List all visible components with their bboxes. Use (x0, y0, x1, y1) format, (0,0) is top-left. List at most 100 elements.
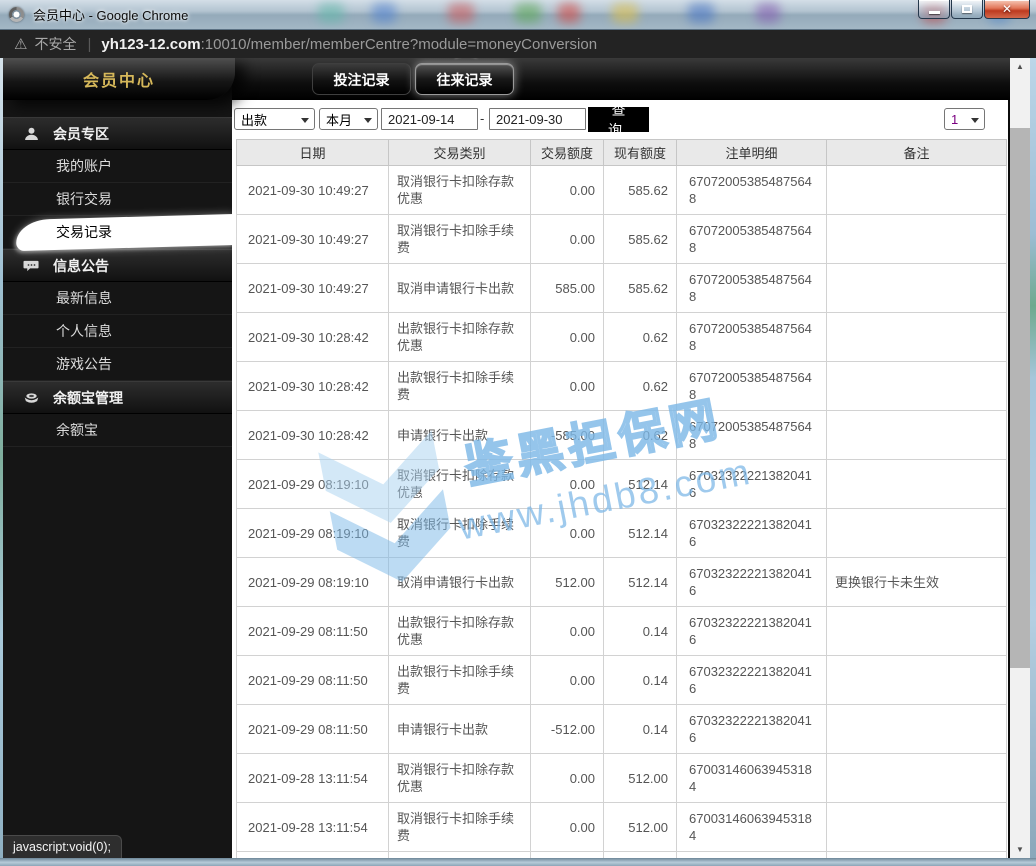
cell-balance: 512.14 (603, 508, 677, 558)
cell-amount: 0.00 (530, 165, 604, 215)
cell-remark (826, 214, 1007, 264)
cell-type: 申请银行卡出款 (388, 410, 531, 460)
user-icon (25, 127, 38, 140)
sidebar-item-transaction-records[interactable]: 交易记录 (3, 216, 232, 249)
sidebar-item-label: 余额宝 (56, 422, 98, 438)
period-select[interactable]: 本月 (319, 108, 378, 130)
table-row: 2021-09-28 13:11:54 取消银行卡扣除手续费 0.00 512.… (236, 802, 1007, 852)
url-separator: | (87, 35, 92, 53)
cell-amount: 0.00 (530, 802, 604, 852)
cell-order-detail: 670323222213820416 (676, 655, 827, 705)
window-titlebar[interactable]: 会员中心 - Google Chrome ✕ (0, 0, 1036, 30)
wallet-icon (24, 392, 39, 403)
column-header-order-detail: 注单明细 (676, 139, 827, 166)
date-range-separator: - (480, 111, 485, 126)
cell-amount: 512.00 (530, 557, 604, 607)
cell-date: 2021-09-30 10:28:42 (236, 312, 389, 362)
table-row: 2021-09-30 10:49:27 取消银行卡扣除手续费 0.00 585.… (236, 214, 1007, 264)
search-button[interactable]: 查询 (588, 102, 649, 138)
transaction-type-value: 出款 (241, 112, 268, 128)
cell-amount: 0.00 (530, 753, 604, 803)
cell-type: 取消银行卡扣除手续费 (388, 802, 531, 852)
maximize-icon (962, 5, 972, 13)
warning-icon: ⚠ (14, 36, 28, 53)
cell-date: 2021-09-28 13:11:54 (236, 802, 389, 852)
cell-date: 2021-09-28 13:11:54 (236, 851, 389, 858)
cell-type: 出款银行卡扣除存款优惠 (388, 606, 531, 656)
cell-order-detail: 670323222213820416 (676, 557, 827, 607)
column-header-type: 交易类别 (388, 139, 531, 166)
cell-order-detail: 670720053854875648 (676, 361, 827, 411)
cell-order-detail: 670720053854875648 (676, 312, 827, 362)
sidebar-item-yuebao[interactable]: 余额宝 (3, 414, 232, 447)
cell-order-detail: 670720053854875648 (676, 410, 827, 460)
date-from-input[interactable] (381, 108, 478, 130)
cell-date: 2021-09-29 08:19:10 (236, 508, 389, 558)
cell-remark (826, 361, 1007, 411)
cell-type: 取消银行卡扣除存款优惠 (388, 165, 531, 215)
page-scrollbar[interactable]: ▲ ▼ (1010, 58, 1030, 858)
cell-balance: 0.14 (603, 606, 677, 656)
sidebar-section-yuebao-management[interactable]: 余额宝管理 (3, 381, 232, 414)
page-value: 1 (951, 111, 959, 127)
transaction-type-select[interactable]: 出款 (234, 108, 315, 130)
sidebar-item-label: 个人信息 (56, 323, 112, 339)
cell-amount: -585.00 (530, 410, 604, 460)
cell-date: 2021-09-28 13:11:54 (236, 753, 389, 803)
cell-date: 2021-09-30 10:49:27 (236, 165, 389, 215)
cell-remark (826, 606, 1007, 656)
cell-balance: 585.62 (603, 263, 677, 313)
table-row: 2021-09-29 08:11:50 出款银行卡扣除手续费 0.00 0.14… (236, 655, 1007, 705)
cell-remark: 更换银行卡未生效 (826, 557, 1007, 607)
sidebar-item-game-announcement[interactable]: 游戏公告 (3, 348, 232, 381)
sidebar-item-latest-info[interactable]: 最新信息 (3, 282, 232, 315)
cell-type: 出款银行卡扣除手续费 (388, 361, 531, 411)
sidebar-item-label: 最新信息 (56, 290, 112, 306)
cell-amount: 0.00 (530, 214, 604, 264)
page-select[interactable]: 1 (944, 108, 985, 130)
sidebar-item-label: 交易记录 (56, 224, 112, 240)
cell-type: 取消银行卡扣除存款优惠 (388, 459, 531, 509)
date-to-input[interactable] (489, 108, 586, 130)
chrome-icon (9, 7, 24, 22)
chevron-down-icon (971, 118, 979, 123)
table-header-row: 日期 交易类别 交易额度 现有额度 注单明细 备注 (236, 139, 1007, 166)
table-row: 2021-09-30 10:28:42 申请银行卡出款 -585.00 0.62… (236, 410, 1007, 460)
column-header-balance: 现有额度 (603, 139, 677, 166)
sidebar-item-bank-transaction[interactable]: 银行交易 (3, 183, 232, 216)
tab-transaction-records[interactable]: 往来记录 (415, 63, 514, 95)
minimize-button[interactable] (918, 0, 950, 19)
minimize-icon (928, 10, 940, 14)
sidebar-item-label: 银行交易 (56, 191, 112, 207)
sidebar-section-member-zone[interactable]: 会员专区 (3, 117, 232, 150)
cell-type: 取消银行卡扣除存款优惠 (388, 753, 531, 803)
cell-amount: 0.00 (530, 655, 604, 705)
cell-amount: 0.00 (530, 312, 604, 362)
cell-remark (826, 655, 1007, 705)
sidebar-item-my-account[interactable]: 我的账户 (3, 150, 232, 183)
cell-remark (826, 753, 1007, 803)
close-button[interactable]: ✕ (984, 0, 1030, 19)
table-row: 2021-09-28 13:11:54 取消银行卡扣除存款优惠 0.00 512… (236, 753, 1007, 803)
sidebar-item-personal-info[interactable]: 个人信息 (3, 315, 232, 348)
table-row: 2021-09-30 10:28:42 出款银行卡扣除手续费 0.00 0.62… (236, 361, 1007, 411)
cell-order-detail: 670031460639453184 (676, 802, 827, 852)
maximize-button[interactable] (951, 0, 983, 19)
address-bar[interactable]: ⚠ 不安全 | yh123-12.com :10010/member/membe… (0, 30, 1036, 58)
sidebar-section-info-announcement[interactable]: 信息公告 (3, 249, 232, 282)
table-row: 2021-09-30 10:49:27 取消申请银行卡出款 585.00 585… (236, 263, 1007, 313)
cell-type: 取消银行卡扣除手续费 (388, 214, 531, 264)
scrollbar-thumb[interactable] (1010, 128, 1030, 668)
cell-order-detail: 670323222213820416 (676, 606, 827, 656)
cell-amount: 0.00 (530, 606, 604, 656)
scroll-down-button[interactable]: ▼ (1010, 841, 1030, 858)
sidebar-item-label: 游戏公告 (56, 356, 112, 372)
cell-date: 2021-09-30 10:49:27 (236, 263, 389, 313)
cell-type: 取消银行卡扣除手续费 (388, 508, 531, 558)
cell-balance: 0.14 (603, 704, 677, 754)
cell-amount: 0.00 (530, 508, 604, 558)
scroll-up-icon: ▲ (1016, 62, 1024, 71)
close-icon: ✕ (1001, 2, 1013, 16)
tab-betting-records[interactable]: 投注记录 (312, 63, 411, 95)
scroll-up-button[interactable]: ▲ (1010, 58, 1030, 75)
